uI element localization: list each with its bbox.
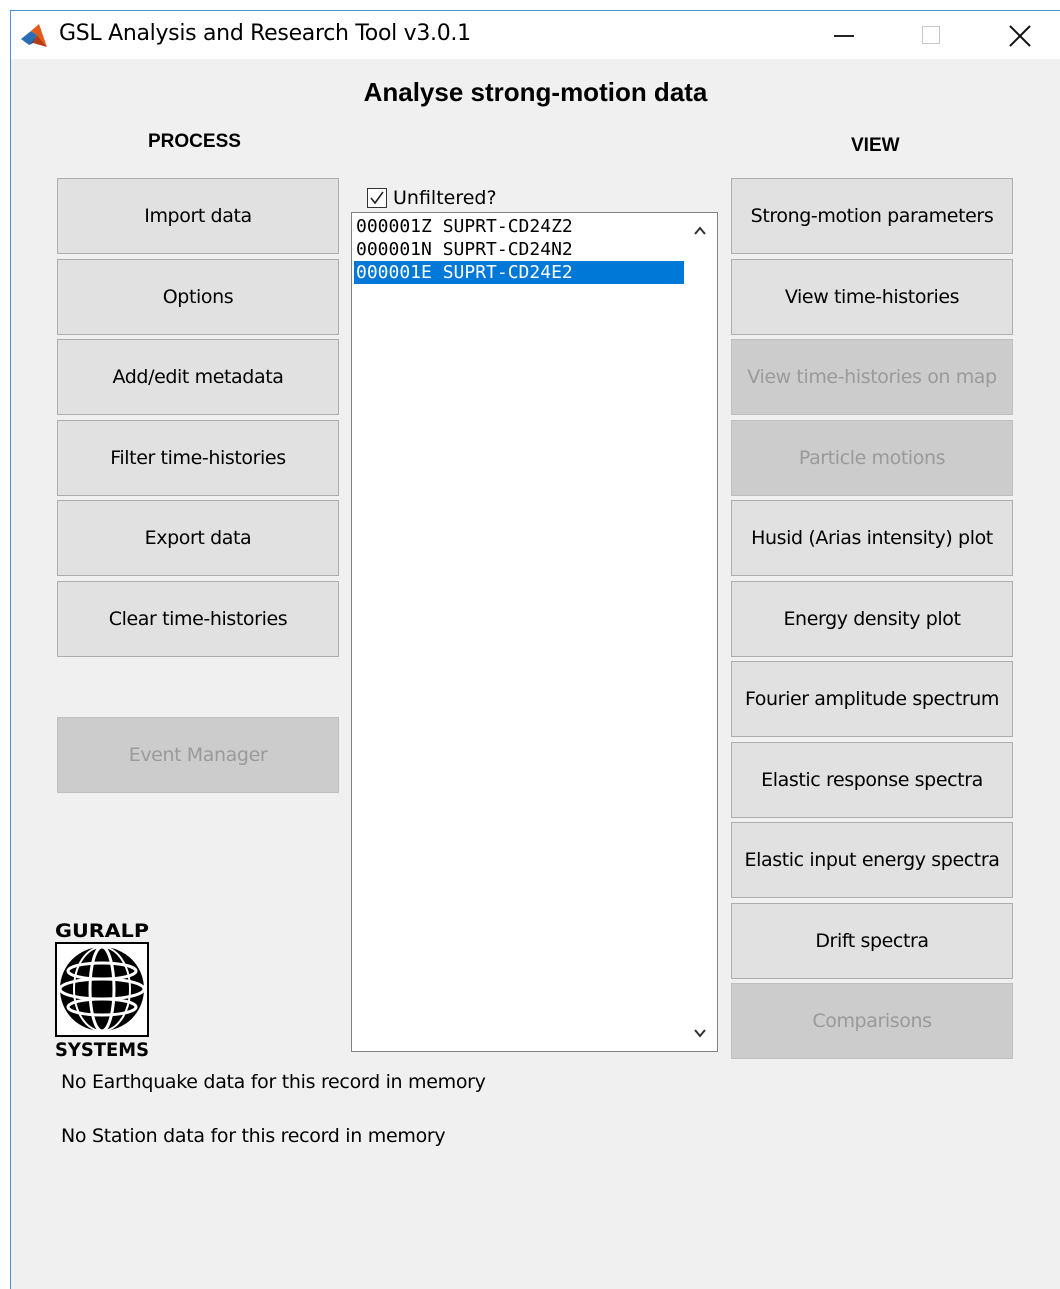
page-heading: Analyse strong-motion data — [363, 77, 708, 107]
list-item[interactable]: 000001N SUPRT-CD24N2 — [354, 238, 684, 261]
main-window: GSL Analysis and Research Tool v3.0.1 An… — [10, 10, 1060, 1289]
import-data-button[interactable]: Import data — [57, 178, 339, 254]
record-listbox[interactable]: 000001Z SUPRT-CD24Z2 000001N SUPRT-CD24N… — [351, 212, 718, 1052]
logo-bottom-text: SYSTEMS — [55, 1039, 149, 1059]
station-status: No Station data for this record in memor… — [61, 1125, 446, 1147]
filter-time-histories-button[interactable]: Filter time-histories — [57, 420, 339, 496]
matlab-icon — [21, 24, 47, 47]
view-label: VIEW — [851, 135, 900, 156]
minimize-button[interactable] — [811, 11, 871, 59]
export-data-button[interactable]: Export data — [57, 500, 339, 576]
strong-motion-parameters-button[interactable]: Strong-motion parameters — [731, 178, 1013, 254]
earthquake-status: No Earthquake data for this record in me… — [61, 1071, 486, 1093]
list-item[interactable]: 000001Z SUPRT-CD24Z2 — [354, 215, 684, 238]
options-button[interactable]: Options — [57, 259, 339, 335]
unfiltered-option[interactable]: Unfiltered? — [367, 187, 497, 209]
unfiltered-checkbox[interactable] — [367, 188, 387, 208]
husid-plot-button[interactable]: Husid (Arias intensity) plot — [731, 500, 1013, 576]
comparisons-button: Comparisons — [731, 983, 1013, 1059]
guralp-logo: GURALP SYSTEMS — [55, 920, 149, 1059]
window-title: GSL Analysis and Research Tool v3.0.1 — [59, 21, 471, 46]
event-manager-button: Event Manager — [57, 717, 339, 793]
process-label: PROCESS — [148, 131, 241, 152]
list-item-selected[interactable]: 000001E SUPRT-CD24E2 — [354, 261, 684, 284]
close-button[interactable] — [989, 11, 1049, 59]
title-bar: GSL Analysis and Research Tool v3.0.1 — [11, 11, 1060, 59]
elastic-response-spectra-button[interactable]: Elastic response spectra — [731, 742, 1013, 818]
clear-time-histories-button[interactable]: Clear time-histories — [57, 581, 339, 657]
add-edit-metadata-button[interactable]: Add/edit metadata — [57, 339, 339, 415]
fourier-amplitude-spectrum-button[interactable]: Fourier amplitude spectrum — [731, 661, 1013, 737]
energy-density-plot-button[interactable]: Energy density plot — [731, 581, 1013, 657]
unfiltered-label: Unfiltered? — [393, 187, 497, 209]
chevron-down-icon[interactable] — [692, 1025, 708, 1041]
chevron-up-icon[interactable] — [692, 223, 708, 239]
close-icon — [1009, 25, 1031, 47]
checkmark-icon — [370, 191, 384, 205]
maximize-button[interactable] — [901, 11, 961, 59]
elastic-input-energy-spectra-button[interactable]: Elastic input energy spectra — [731, 822, 1013, 898]
logo-top-text: GURALP — [55, 920, 149, 942]
view-time-histories-button[interactable]: View time-histories — [731, 259, 1013, 335]
view-time-histories-on-map-button: View time-histories on map — [731, 339, 1013, 415]
particle-motions-button: Particle motions — [731, 420, 1013, 496]
drift-spectra-button[interactable]: Drift spectra — [731, 903, 1013, 979]
list-scrollbar[interactable] — [684, 213, 717, 1051]
